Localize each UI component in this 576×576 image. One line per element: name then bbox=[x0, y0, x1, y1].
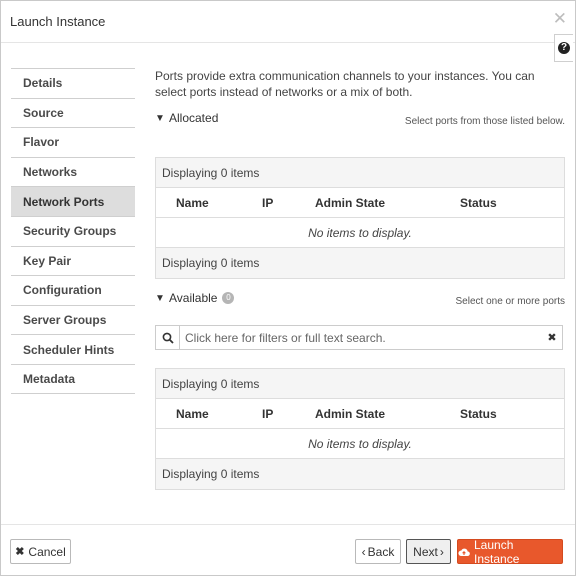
launch-instance-label: Launch Instance bbox=[474, 537, 520, 566]
available-table: Displaying 0 items Name IP Admin State S… bbox=[155, 368, 565, 490]
sidebar-item-network-ports[interactable]: Network Ports bbox=[11, 186, 135, 216]
search-icon bbox=[156, 326, 180, 349]
column-header-status[interactable]: Status bbox=[460, 407, 497, 421]
table-count-row: Displaying 0 items bbox=[156, 248, 564, 278]
sidebar-item-server-groups[interactable]: Server Groups bbox=[11, 304, 135, 335]
column-header-status[interactable]: Status bbox=[460, 196, 497, 210]
column-header-ip[interactable]: IP bbox=[262, 407, 273, 421]
available-label: Available bbox=[169, 291, 218, 305]
column-header-admin-state[interactable]: Admin State bbox=[315, 196, 385, 210]
sidebar-item-security-groups[interactable]: Security Groups bbox=[11, 215, 135, 246]
next-button[interactable]: Next › bbox=[406, 539, 451, 564]
item-count: Displaying 0 items bbox=[162, 165, 260, 180]
column-header-ip[interactable]: IP bbox=[262, 196, 273, 210]
available-hint: Select one or more ports bbox=[455, 296, 566, 307]
back-button[interactable]: ‹ Back bbox=[355, 539, 401, 564]
help-button[interactable]: ? bbox=[554, 34, 573, 62]
sidebar-item-scheduler-hints[interactable]: Scheduler Hints bbox=[11, 334, 135, 364]
wizard-sidebar: Details Source Flavor Networks Network P… bbox=[11, 68, 135, 394]
empty-message: No items to display. bbox=[308, 225, 412, 240]
item-count: Displaying 0 items bbox=[162, 376, 260, 391]
search-bar: ✖ bbox=[155, 325, 563, 350]
search-input[interactable] bbox=[180, 327, 542, 348]
allocated-hint: Select ports from those listed below. bbox=[404, 116, 565, 127]
launch-instance-button[interactable]: Launch Instance bbox=[457, 537, 563, 566]
table-count-row: Displaying 0 items bbox=[156, 459, 564, 489]
sidebar-item-flavor[interactable]: Flavor bbox=[11, 127, 135, 157]
step-content: Ports provide extra communication channe… bbox=[155, 68, 565, 100]
close-icon: ✖ bbox=[15, 546, 25, 558]
chevron-right-icon: › bbox=[439, 544, 444, 559]
sidebar-item-metadata[interactable]: Metadata bbox=[11, 363, 135, 394]
allocated-toggle[interactable]: ▼ Allocated bbox=[155, 111, 218, 125]
modal-footer: ✖ Cancel ‹ Back Next › Launch Instance bbox=[1, 524, 575, 576]
column-header-name[interactable]: Name bbox=[176, 196, 209, 210]
close-icon[interactable]: ✕ bbox=[553, 10, 567, 27]
allocated-label: Allocated bbox=[169, 111, 219, 125]
modal-header: Launch Instance ✕ bbox=[1, 1, 575, 43]
sidebar-item-configuration[interactable]: Configuration bbox=[11, 275, 135, 305]
back-label: Back bbox=[367, 544, 395, 559]
table-header-row: Name IP Admin State Status bbox=[156, 399, 564, 429]
item-count: Displaying 0 items bbox=[162, 256, 260, 270]
table-count-row: Displaying 0 items bbox=[156, 158, 564, 188]
chevron-down-icon: ▼ bbox=[155, 112, 165, 124]
empty-row: No items to display. bbox=[156, 218, 564, 248]
available-toggle[interactable]: ▼ Available 0 bbox=[155, 291, 235, 305]
cancel-button[interactable]: ✖ Cancel bbox=[10, 539, 71, 564]
sidebar-item-details[interactable]: Details bbox=[11, 68, 135, 98]
chevron-down-icon: ▼ bbox=[155, 292, 165, 304]
available-count-badge: 0 bbox=[222, 292, 235, 304]
item-count: Displaying 0 items bbox=[162, 467, 260, 481]
empty-message: No items to display. bbox=[308, 436, 412, 451]
cancel-label: Cancel bbox=[28, 544, 66, 559]
allocated-section-header: ▼ Allocated Select ports from those list… bbox=[155, 111, 567, 129]
sidebar-item-key-pair[interactable]: Key Pair bbox=[11, 245, 135, 276]
next-label: Next bbox=[413, 544, 438, 559]
question-icon: ? bbox=[558, 42, 570, 54]
available-section-header: ▼ Available 0 Select one or more ports bbox=[155, 291, 567, 309]
modal-title: Launch Instance bbox=[10, 14, 106, 29]
step-description: Ports provide extra communication channe… bbox=[155, 69, 535, 99]
allocated-table: Displaying 0 items Name IP Admin State S… bbox=[155, 157, 565, 279]
sidebar-item-source[interactable]: Source bbox=[11, 97, 135, 128]
cloud-upload-icon bbox=[458, 547, 470, 557]
column-header-name[interactable]: Name bbox=[176, 407, 209, 421]
sidebar-item-networks[interactable]: Networks bbox=[11, 156, 135, 187]
column-header-admin-state[interactable]: Admin State bbox=[315, 407, 385, 421]
launch-instance-modal: Launch Instance ✕ ? Details Source Flavo… bbox=[0, 0, 576, 576]
table-count-row: Displaying 0 items bbox=[156, 369, 564, 399]
chevron-left-icon: ‹ bbox=[361, 544, 366, 559]
empty-row: No items to display. bbox=[156, 429, 564, 459]
clear-search-icon[interactable]: ✖ bbox=[542, 331, 562, 344]
table-header-row: Name IP Admin State Status bbox=[156, 188, 564, 218]
